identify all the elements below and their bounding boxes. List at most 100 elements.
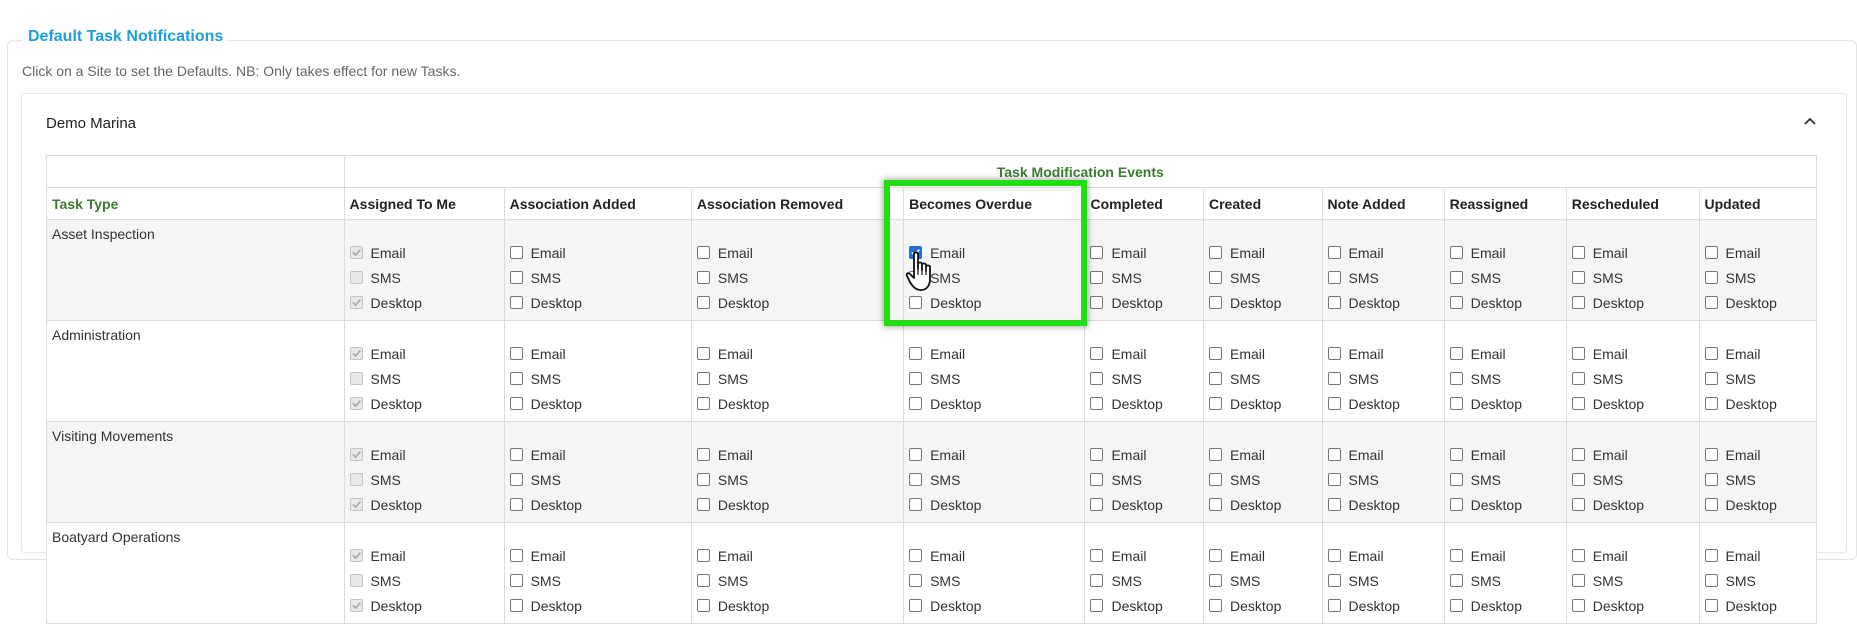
email-checkbox[interactable] [1704, 347, 1718, 360]
email-checkbox[interactable] [1090, 347, 1104, 360]
email-checkbox[interactable] [1571, 347, 1585, 360]
sms-checkbox[interactable] [1327, 372, 1341, 385]
email-checkbox[interactable] [1327, 549, 1341, 562]
email-checkbox[interactable] [909, 549, 923, 562]
email-checkbox[interactable] [696, 549, 710, 562]
email-checkbox[interactable] [696, 448, 710, 461]
sms-checkbox[interactable] [1327, 473, 1341, 486]
sms-checkbox[interactable] [696, 574, 710, 587]
sms-checkbox[interactable] [1209, 372, 1222, 385]
sms-checkbox[interactable] [1090, 574, 1104, 587]
desktop-checkbox[interactable] [1209, 498, 1222, 511]
desktop-checkbox[interactable] [909, 498, 923, 511]
email-checkbox[interactable] [1090, 549, 1104, 562]
desktop-checkbox[interactable] [909, 599, 923, 612]
sms-checkbox[interactable] [1704, 372, 1718, 385]
email-checkbox[interactable] [1449, 549, 1463, 562]
sms-checkbox[interactable] [509, 473, 523, 486]
desktop-checkbox[interactable] [909, 296, 923, 309]
chevron-up-icon[interactable] [1800, 111, 1820, 131]
sms-checkbox[interactable] [1704, 574, 1718, 587]
email-checkbox[interactable] [1327, 448, 1341, 461]
email-checkbox[interactable] [509, 246, 523, 259]
sms-checkbox[interactable] [1449, 271, 1463, 284]
desktop-checkbox[interactable] [909, 397, 923, 410]
desktop-checkbox[interactable] [1704, 296, 1718, 309]
desktop-checkbox[interactable] [696, 599, 710, 612]
desktop-checkbox[interactable] [509, 498, 523, 511]
desktop-checkbox[interactable] [1209, 599, 1222, 612]
email-checkbox[interactable] [909, 448, 923, 461]
sms-checkbox[interactable] [1327, 574, 1341, 587]
email-checkbox[interactable] [1327, 347, 1341, 360]
sms-checkbox[interactable] [1090, 271, 1104, 284]
email-checkbox[interactable] [1571, 448, 1585, 461]
desktop-checkbox[interactable] [1449, 599, 1463, 612]
desktop-checkbox[interactable] [1327, 397, 1341, 410]
email-checkbox[interactable] [909, 347, 923, 360]
sms-checkbox[interactable] [1571, 271, 1585, 284]
sms-checkbox[interactable] [1449, 372, 1463, 385]
desktop-checkbox[interactable] [1090, 599, 1104, 612]
desktop-checkbox[interactable] [696, 397, 710, 410]
desktop-checkbox[interactable] [696, 498, 710, 511]
sms-checkbox[interactable] [1209, 271, 1222, 284]
sms-checkbox[interactable] [696, 473, 710, 486]
email-checkbox[interactable] [1571, 549, 1585, 562]
desktop-checkbox[interactable] [1449, 296, 1463, 309]
sms-checkbox[interactable] [909, 473, 923, 486]
desktop-checkbox[interactable] [1209, 296, 1222, 309]
sms-checkbox[interactable] [509, 372, 523, 385]
sms-checkbox[interactable] [509, 574, 523, 587]
desktop-checkbox[interactable] [1090, 397, 1104, 410]
email-checkbox[interactable] [1571, 246, 1585, 259]
email-checkbox[interactable] [1209, 549, 1222, 562]
site-name[interactable]: Demo Marina [46, 115, 136, 132]
desktop-checkbox[interactable] [1090, 296, 1104, 309]
sms-checkbox[interactable] [1704, 473, 1718, 486]
sms-checkbox[interactable] [696, 372, 710, 385]
sms-checkbox[interactable] [1704, 271, 1718, 284]
email-checkbox[interactable] [1449, 246, 1463, 259]
desktop-checkbox[interactable] [509, 599, 523, 612]
sms-checkbox[interactable] [909, 372, 923, 385]
desktop-checkbox[interactable] [1571, 498, 1585, 511]
desktop-checkbox[interactable] [1327, 296, 1341, 309]
sms-checkbox[interactable] [509, 271, 523, 284]
desktop-checkbox[interactable] [509, 397, 523, 410]
desktop-checkbox[interactable] [1209, 397, 1222, 410]
email-checkbox[interactable] [1209, 347, 1222, 360]
desktop-checkbox[interactable] [1449, 498, 1463, 511]
sms-checkbox[interactable] [1090, 372, 1104, 385]
email-checkbox[interactable] [1209, 246, 1222, 259]
desktop-checkbox[interactable] [1090, 498, 1104, 511]
email-checkbox[interactable] [509, 347, 523, 360]
sms-checkbox[interactable] [1327, 271, 1341, 284]
desktop-checkbox[interactable] [509, 296, 523, 309]
desktop-checkbox[interactable] [1704, 498, 1718, 511]
sms-checkbox[interactable] [1090, 473, 1104, 486]
sms-checkbox[interactable] [1449, 473, 1463, 486]
desktop-checkbox[interactable] [1704, 599, 1718, 612]
email-checkbox[interactable] [1704, 246, 1718, 259]
desktop-checkbox[interactable] [1571, 296, 1585, 309]
email-checkbox[interactable] [1209, 448, 1222, 461]
email-checkbox[interactable] [1327, 246, 1341, 259]
desktop-checkbox[interactable] [1571, 397, 1585, 410]
email-checkbox[interactable] [1449, 347, 1463, 360]
sms-checkbox[interactable] [1571, 574, 1585, 587]
sms-checkbox[interactable] [1209, 574, 1222, 587]
email-checkbox[interactable] [1449, 448, 1463, 461]
desktop-checkbox[interactable] [1449, 397, 1463, 410]
email-checkbox[interactable] [1090, 246, 1104, 259]
email-checkbox[interactable] [509, 549, 523, 562]
desktop-checkbox[interactable] [1571, 599, 1585, 612]
sms-checkbox[interactable] [1571, 372, 1585, 385]
email-checkbox[interactable] [1704, 549, 1718, 562]
email-checkbox[interactable] [696, 246, 710, 259]
desktop-checkbox[interactable] [1327, 599, 1341, 612]
email-checkbox[interactable] [1704, 448, 1718, 461]
sms-checkbox[interactable] [1449, 574, 1463, 587]
desktop-checkbox[interactable] [696, 296, 710, 309]
email-checkbox[interactable] [1090, 448, 1104, 461]
